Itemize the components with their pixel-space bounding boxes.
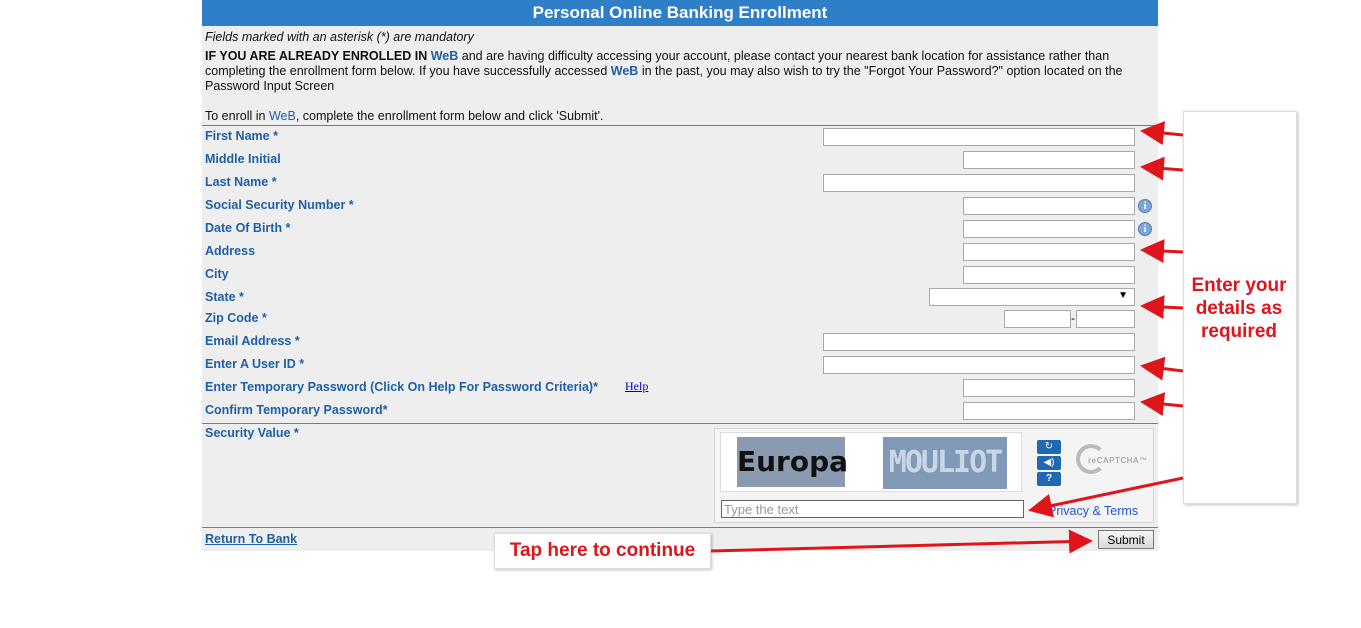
user-id-input[interactable]: [823, 356, 1135, 374]
submit-button[interactable]: Submit: [1098, 530, 1154, 549]
callout-text: Enter your details as required: [1191, 275, 1287, 342]
temp-password-input[interactable]: [963, 379, 1135, 397]
enroll-text: , complete the enrollment form below and…: [295, 109, 604, 123]
first-name-input[interactable]: [823, 128, 1135, 146]
brand-name: WeB: [430, 49, 459, 63]
captcha-image: Europa MOULIOT: [720, 432, 1022, 492]
state-select[interactable]: ▼: [929, 288, 1135, 306]
enroll-text: To enroll in: [205, 109, 266, 123]
captcha-word-2: MOULIOT: [883, 437, 1007, 489]
address-label: Address: [205, 244, 256, 258]
captcha-help-icon[interactable]: ?: [1037, 472, 1061, 486]
ssn-info-icon[interactable]: i: [1138, 199, 1152, 213]
email-input[interactable]: [823, 333, 1135, 351]
audio-icon[interactable]: ◀): [1037, 456, 1061, 470]
privacy-terms-link[interactable]: Privacy & Terms: [1048, 504, 1138, 518]
zip-plus4-input[interactable]: [1076, 310, 1135, 328]
temp-password-label: Enter Temporary Password (Click On Help …: [205, 380, 598, 394]
captcha-word-1: Europa: [737, 437, 848, 487]
continue-callout: Tap here to continue: [494, 533, 711, 569]
return-to-bank-link[interactable]: Return To Bank: [205, 532, 297, 546]
password-help-link[interactable]: Help: [625, 379, 648, 394]
enroll-instructions: To enroll in WeB, complete the enrollmen…: [205, 109, 1145, 124]
mandatory-note: Fields marked with an asterisk (*) are m…: [205, 30, 474, 44]
confirm-password-label: Confirm Temporary Password*: [205, 403, 388, 417]
ssn-label: Social Security Number *: [205, 198, 354, 212]
last-name-input[interactable]: [823, 174, 1135, 192]
section-divider: [202, 423, 1158, 424]
recaptcha-logo-icon: reCAPTCHA™: [1074, 442, 1148, 482]
page-title: Personal Online Banking Enrollment: [202, 0, 1158, 26]
city-label: City: [205, 267, 229, 281]
city-input[interactable]: [963, 266, 1135, 284]
captcha-input[interactable]: [721, 500, 1024, 518]
zip-separator: -: [1071, 311, 1075, 325]
state-label: State *: [205, 290, 244, 304]
dob-label: Date Of Birth *: [205, 221, 291, 235]
ssn-input[interactable]: [963, 197, 1135, 215]
section-divider: [202, 527, 1158, 528]
user-id-label: Enter A User ID *: [205, 357, 305, 371]
email-label: Email Address *: [205, 334, 300, 348]
middle-initial-input[interactable]: [963, 151, 1135, 169]
already-enrolled-heading: IF YOU ARE ALREADY ENROLLED IN: [205, 49, 428, 63]
brand-name: WeB: [610, 64, 639, 78]
dob-input[interactable]: [963, 220, 1135, 238]
dob-info-icon[interactable]: i: [1138, 222, 1152, 236]
security-value-label: Security Value *: [205, 426, 299, 440]
refresh-icon[interactable]: ↻: [1037, 440, 1061, 454]
recaptcha-brand: reCAPTCHA™: [1088, 456, 1148, 465]
chevron-down-icon: ▼: [1118, 290, 1128, 301]
last-name-label: Last Name *: [205, 175, 277, 189]
first-name-label: First Name *: [205, 129, 278, 143]
brand-name: WeB: [268, 109, 296, 123]
zip-label: Zip Code *: [205, 311, 267, 325]
middle-initial-label: Middle Initial: [205, 152, 281, 166]
confirm-password-input[interactable]: [963, 402, 1135, 420]
already-enrolled-notice: IF YOU ARE ALREADY ENROLLED IN WeB and a…: [205, 49, 1145, 94]
zip-input[interactable]: [1004, 310, 1071, 328]
address-input[interactable]: [963, 243, 1135, 261]
section-divider: [202, 125, 1158, 126]
